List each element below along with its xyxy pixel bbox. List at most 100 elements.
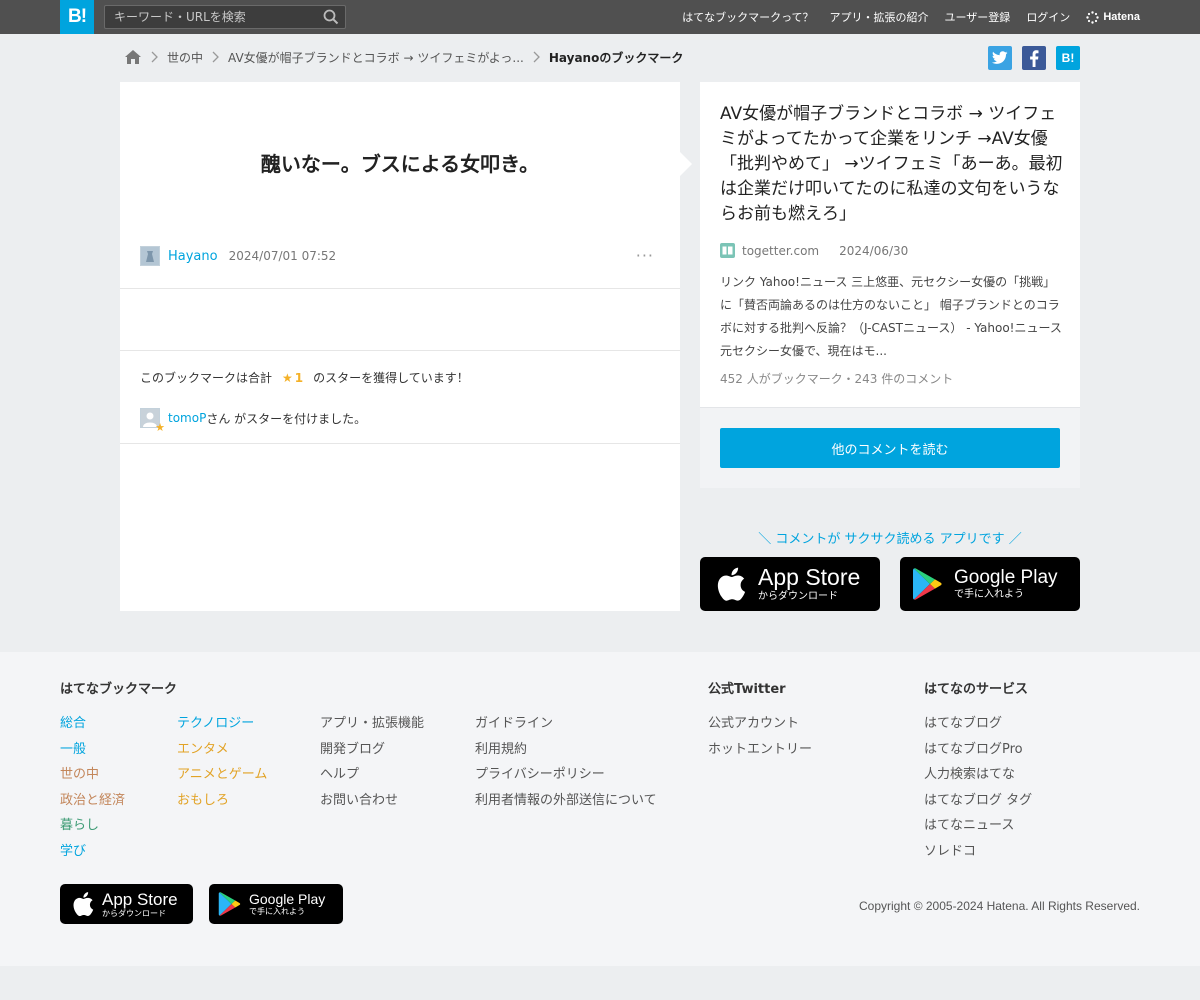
- hatena-brand-link[interactable]: Hatena: [1086, 10, 1140, 24]
- star-summary-suffix: のスターを獲得しています！: [313, 371, 469, 385]
- star-badge-icon: ★: [155, 421, 165, 434]
- entry-description: リンク Yahoo!ニュース 三上悠亜、元セクシー女優の「挑戦」に「賛否両論ある…: [720, 275, 1062, 358]
- footer-google-play-subtitle: で手に入れよう: [249, 907, 305, 916]
- footer-info-link[interactable]: アプリ・拡張機能: [320, 715, 424, 741]
- hatena-bookmark-share-button[interactable]: B!: [1056, 46, 1080, 70]
- footer-category-link[interactable]: 暮らし: [60, 817, 125, 843]
- divider: [120, 288, 680, 289]
- footer-category-link[interactable]: 政治と経済: [60, 792, 125, 818]
- app-store-title: App Store: [758, 564, 861, 590]
- footer-bookmark-title: はてなブックマーク: [60, 682, 178, 697]
- top-nav: はてなブックマークって？ アプリ・拡張の紹介 ユーザー登録 ログイン Haten…: [666, 0, 1140, 34]
- more-options-icon[interactable]: ···: [636, 246, 654, 265]
- twitter-share-button[interactable]: [988, 46, 1012, 70]
- footer-info-link[interactable]: お問い合わせ: [320, 792, 424, 818]
- divider: [120, 443, 680, 444]
- nav-about[interactable]: はてなブックマークって？: [682, 9, 813, 25]
- footer-category-link[interactable]: アニメとゲーム: [177, 766, 267, 792]
- breadcrumb-entry[interactable]: AV女優が帽子ブランドとコラボ → ツイフェミがよっ...: [228, 49, 524, 66]
- facebook-icon: [1030, 49, 1039, 67]
- app-store-button[interactable]: App Store からダウンロード: [700, 557, 880, 611]
- facebook-share-button[interactable]: [1022, 46, 1046, 70]
- footer-info-link[interactable]: 開発ブログ: [320, 741, 424, 767]
- entry-stats[interactable]: 452 人がブックマーク・243 件のコメント: [720, 370, 953, 387]
- divider: [120, 350, 680, 351]
- star-summary-prefix: このブックマークは合計: [140, 371, 273, 385]
- app-promo-tagline: ＼ コメントが サクサク読める アプリです ／: [758, 532, 1022, 547]
- bookmark-comment: 醜いなー。ブスによる女叩き。: [260, 152, 540, 176]
- footer-info-link[interactable]: ヘルプ: [320, 766, 424, 792]
- entry-source: togetter.com 2024/06/30: [720, 243, 908, 258]
- footer-app-store-title: App Store: [102, 889, 178, 909]
- footer-service-link[interactable]: 人力検索はてな: [924, 766, 1032, 792]
- hatena-dots-icon: [1086, 10, 1100, 24]
- footer-links-c: アプリ・拡張機能 開発ブログ ヘルプ お問い合わせ: [320, 715, 424, 817]
- footer: はてなブックマーク 総合 一般 世の中 政治と経済 暮らし 学び テクノロジー エンタメ アニ…: [0, 652, 1200, 966]
- footer-category-link[interactable]: 世の中: [60, 766, 125, 792]
- footer-service-link[interactable]: はてなブログ タグ: [924, 792, 1032, 818]
- nav-apps[interactable]: アプリ・拡張の紹介: [830, 9, 929, 25]
- chevron-right-icon: [151, 51, 158, 63]
- footer-twitter-link[interactable]: ホットエントリー: [708, 741, 812, 767]
- footer-policy-link[interactable]: ガイドライン: [475, 715, 657, 741]
- breadcrumb-current: Hayanoのブックマーク: [548, 50, 684, 65]
- footer-category-link[interactable]: おもしろ: [177, 792, 267, 818]
- home-icon[interactable]: [124, 49, 142, 65]
- entry-domain[interactable]: togetter.com: [742, 244, 819, 258]
- entry-card: AV女優が帽子ブランドとコラボ → ツイフェミがよってたかって企業をリンチ →A…: [700, 82, 1080, 488]
- footer-category-link[interactable]: 総合: [60, 715, 125, 741]
- footer-category-link[interactable]: 学び: [60, 843, 125, 869]
- hatena-bookmark-logo[interactable]: B!: [60, 0, 94, 34]
- share-buttons: B!: [988, 46, 1080, 70]
- search-icon[interactable]: [323, 9, 339, 25]
- chevron-right-icon: [212, 51, 219, 63]
- footer-category-link[interactable]: 一般: [60, 741, 125, 767]
- search-input[interactable]: [105, 6, 315, 28]
- star-count[interactable]: 1: [295, 371, 303, 385]
- read-other-comments-button[interactable]: 他のコメントを読む: [720, 428, 1060, 468]
- footer-google-play-button[interactable]: Google Play で手に入れよう: [209, 884, 343, 924]
- footer-policy-link[interactable]: 利用規約: [475, 741, 657, 767]
- footer-policy-link[interactable]: プライバシーポリシー: [475, 766, 657, 792]
- nav-login[interactable]: ログイン: [1026, 9, 1070, 25]
- footer-category-link[interactable]: エンタメ: [177, 741, 267, 767]
- star-username[interactable]: tomoP: [168, 411, 206, 425]
- avatar-image: [141, 247, 159, 265]
- copyright: Copyright © 2005-2024 Hatena. All Rights…: [859, 899, 1140, 913]
- bookmark-user-line: Hayano 2024/07/01 07:52: [140, 246, 336, 266]
- footer-twitter-title: 公式Twitter: [708, 682, 786, 697]
- footer-app-store-button[interactable]: App Store からダウンロード: [60, 884, 193, 924]
- chevron-right-icon: [533, 51, 540, 63]
- read-comments-area: 他のコメントを読む: [700, 407, 1080, 488]
- avatar[interactable]: [140, 246, 160, 266]
- bookmark-card: 醜いなー。ブスによる女叩き。 Hayano 2024/07/01 07:52 ·…: [120, 82, 692, 611]
- footer-service-link[interactable]: はてなブログ: [924, 715, 1032, 741]
- top-bar: B! はてなブックマークって？ アプリ・拡張の紹介 ユーザー登録 ログイン Ha…: [0, 0, 1200, 34]
- breadcrumb: 世の中 AV女優が帽子ブランドとコラボ → ツイフェミがよっ... Hayano…: [124, 47, 683, 67]
- footer-policy-link[interactable]: 利用者情報の外部送信について: [475, 792, 657, 818]
- google-play-subtitle: で手に入れよう: [954, 589, 1024, 600]
- star-user-avatar[interactable]: ★: [140, 408, 165, 433]
- google-play-icon: [218, 892, 241, 916]
- app-store-subtitle: からダウンロード: [758, 591, 838, 602]
- breadcrumb-category[interactable]: 世の中: [167, 49, 203, 66]
- apple-icon: [73, 892, 94, 917]
- google-play-button[interactable]: Google Play で手に入れよう: [900, 557, 1080, 611]
- nav-register[interactable]: ユーザー登録: [945, 9, 1011, 25]
- bookmark-timestamp[interactable]: 2024/07/01 07:52: [229, 249, 337, 263]
- footer-categories-a: 総合 一般 世の中 政治と経済 暮らし 学び: [60, 715, 125, 868]
- entry-date: 2024/06/30: [839, 243, 909, 258]
- bookmark-username[interactable]: Hayano: [168, 249, 218, 264]
- hatena-brand-text: Hatena: [1103, 11, 1140, 23]
- footer-app-store-subtitle: からダウンロード: [102, 908, 166, 918]
- apple-icon: [717, 567, 746, 601]
- footer-service-link[interactable]: はてなニュース: [924, 817, 1032, 843]
- footer-links-d: ガイドライン 利用規約 プライバシーポリシー 利用者情報の外部送信について: [475, 715, 657, 817]
- footer-service-link[interactable]: はてなブログPro: [924, 741, 1032, 767]
- footer-service-link[interactable]: ソレドコ: [924, 843, 1032, 869]
- entry-title[interactable]: AV女優が帽子ブランドとコラボ → ツイフェミがよってたかって企業をリンチ →A…: [720, 102, 1065, 227]
- star-summary: このブックマークは合計 ★ 1 のスターを獲得しています！: [140, 369, 469, 386]
- footer-category-link[interactable]: テクノロジー: [177, 715, 267, 741]
- footer-google-play-title: Google Play: [249, 891, 326, 907]
- footer-twitter-link[interactable]: 公式アカウント: [708, 715, 812, 741]
